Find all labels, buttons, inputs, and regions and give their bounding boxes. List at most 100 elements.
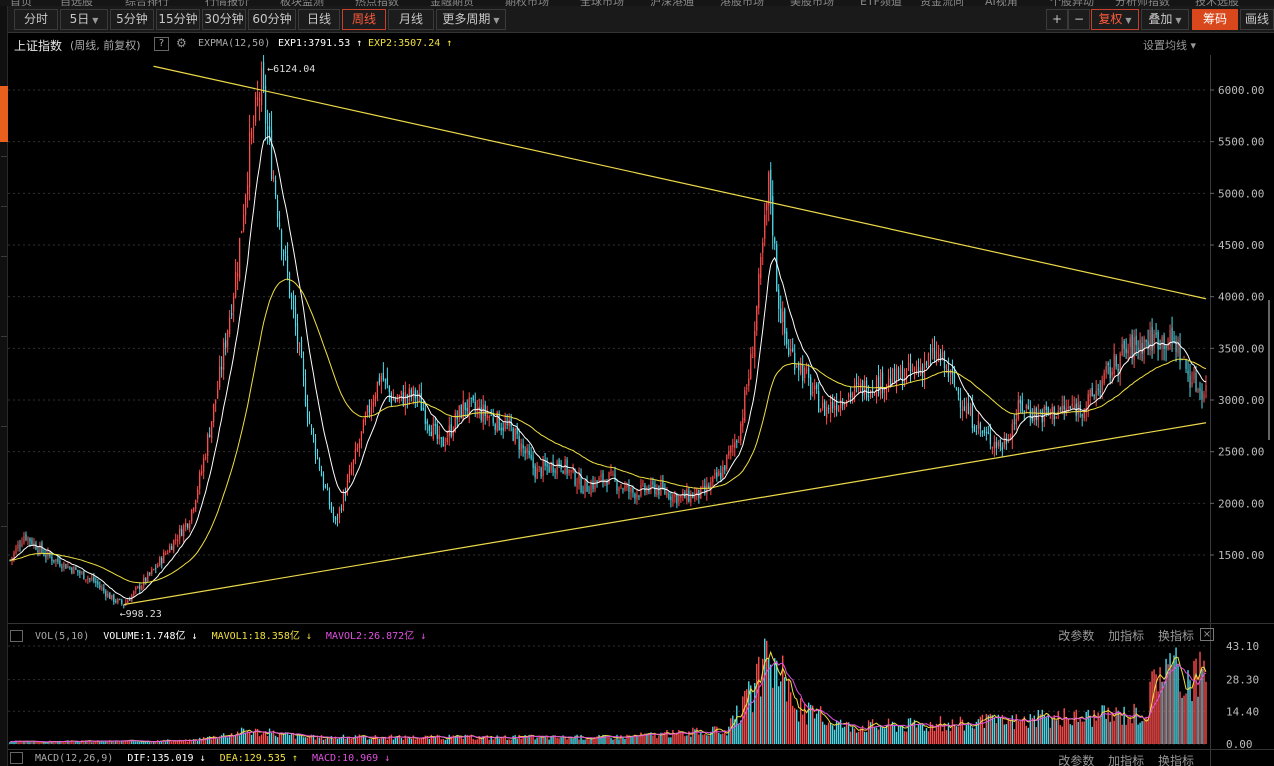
macd-params-button[interactable]: 改参数 [1058, 754, 1094, 766]
volume-actions: 改参数 加指标 换指标 [1048, 627, 1194, 644]
volume-bar-up [853, 728, 856, 744]
candle-up [151, 569, 153, 574]
candle-down [810, 377, 812, 396]
candle-down [808, 368, 810, 379]
tab-2[interactable]: 5分钟 [110, 9, 154, 30]
draw-line-button[interactable]: 画线 [1240, 9, 1274, 30]
volume-bar-up [1111, 712, 1113, 744]
indicator-name: EXPMA(12,50) [198, 38, 271, 49]
volume-bar-up [390, 734, 393, 744]
candle-down [959, 397, 962, 408]
candle-up [961, 408, 964, 411]
sidebar-active-tab[interactable] [0, 86, 8, 142]
candle-down [109, 593, 111, 599]
volume-bar-up [1195, 658, 1197, 744]
candle-up [179, 528, 181, 539]
volume-bar-down [512, 735, 514, 744]
candle-up [526, 448, 528, 453]
macd-switch-indicator-button[interactable]: 换指标 [1158, 754, 1194, 766]
volume-bar-up [35, 741, 37, 744]
tab-7[interactable]: 周线 [342, 9, 386, 30]
volume-bar-up [380, 737, 383, 744]
volume-bar-down [454, 736, 456, 744]
volume-bar-up [1063, 708, 1065, 744]
tab-6[interactable]: 日线 [298, 9, 340, 30]
volume-bar-up [510, 739, 512, 744]
candle-down [562, 470, 564, 474]
macd-add-indicator-button[interactable]: 加指标 [1108, 754, 1144, 766]
volume-bar-up [157, 740, 159, 744]
volume-bar-down [817, 709, 820, 744]
candle-up [1129, 337, 1131, 347]
dif-value: DIF:135.019 ↓ [127, 753, 206, 764]
candle-up [1095, 390, 1097, 400]
candle-down [1109, 366, 1111, 379]
candle-up [830, 401, 832, 412]
volume-bar-down [1165, 658, 1167, 744]
gear-icon[interactable]: ⚙ [176, 36, 187, 50]
candle-down [1079, 404, 1081, 412]
volume-bar-down [795, 709, 798, 744]
panel-toggle-icon[interactable] [10, 752, 23, 764]
candle-down [786, 331, 788, 345]
price-chart[interactable]: 6000.00 5500.00 5000.00 4500.00 4000.00 3500.… [8, 55, 1274, 621]
set-ma-button[interactable]: 设置均线 ▾ [1143, 37, 1196, 53]
candle-down [1155, 332, 1157, 335]
volume-bar-down [863, 731, 866, 744]
candle-up [237, 273, 239, 277]
zoom-out-button[interactable]: − [1068, 9, 1090, 30]
volume-bar-down [879, 724, 882, 744]
tab-label: 更多周期 [442, 12, 491, 26]
candle-up [1055, 417, 1057, 419]
help-icon[interactable]: ? [154, 37, 169, 51]
volume-switch-indicator-button[interactable]: 换指标 [1158, 629, 1194, 643]
candle-down [548, 465, 550, 473]
volume-bar-up [442, 738, 444, 744]
scrollbar[interactable] [1268, 300, 1270, 440]
volume-bar-up [1013, 729, 1016, 744]
candle-down [99, 585, 101, 588]
volume-bar-up [546, 736, 548, 744]
candle-up [358, 442, 361, 448]
tab-3[interactable]: 15分钟 [156, 9, 200, 30]
candle-down [1013, 422, 1015, 424]
volume-bar-up [652, 735, 654, 744]
volume-add-indicator-button[interactable]: 加指标 [1108, 629, 1144, 643]
tab-9[interactable]: 更多周期 ▼ [436, 9, 506, 30]
candle-up [834, 405, 836, 410]
exp1-value: EXP1:3791.53 ↑ [278, 38, 363, 49]
tab-0[interactable]: 分时 [14, 9, 58, 30]
sidebar-divider [1, 336, 7, 337]
diejia-dropdown[interactable]: 叠加 ▼ [1141, 9, 1189, 30]
candle-up [444, 444, 446, 446]
volume-bar-down [869, 722, 872, 744]
volume-bar-up [1025, 725, 1028, 744]
zoom-in-button[interactable]: + [1046, 9, 1068, 30]
chips-button[interactable]: 筹码 [1192, 9, 1238, 30]
volume-params-button[interactable]: 改参数 [1058, 629, 1094, 643]
volume-bar-up [1193, 660, 1195, 744]
candle-up [977, 421, 979, 429]
tab-5[interactable]: 60分钟 [248, 9, 296, 30]
candle-up [714, 473, 716, 475]
exp2-line [9, 278, 1207, 584]
close-icon[interactable]: × [1200, 628, 1214, 641]
volume-bar-up [1107, 707, 1109, 744]
fuquan-dropdown[interactable]: 复权 ▼ [1091, 9, 1139, 30]
volume-bar-down [720, 734, 722, 744]
tab-4[interactable]: 30分钟 [202, 9, 246, 30]
candle-down [368, 405, 370, 413]
candle-up [796, 366, 798, 368]
candle-up [915, 369, 918, 372]
candle-down [328, 491, 331, 505]
tab-1[interactable]: 5日 ▼ [60, 9, 108, 30]
volume-bar-down [1027, 727, 1029, 744]
volume-bar-down [534, 739, 536, 744]
candle-up [844, 407, 846, 409]
volume-bar-up [666, 729, 668, 744]
volume-bar-down [728, 726, 730, 744]
candle-down [1097, 388, 1099, 390]
panel-toggle-icon[interactable] [10, 630, 23, 642]
candle-down [426, 420, 428, 425]
tab-8[interactable]: 月线 [388, 9, 434, 30]
